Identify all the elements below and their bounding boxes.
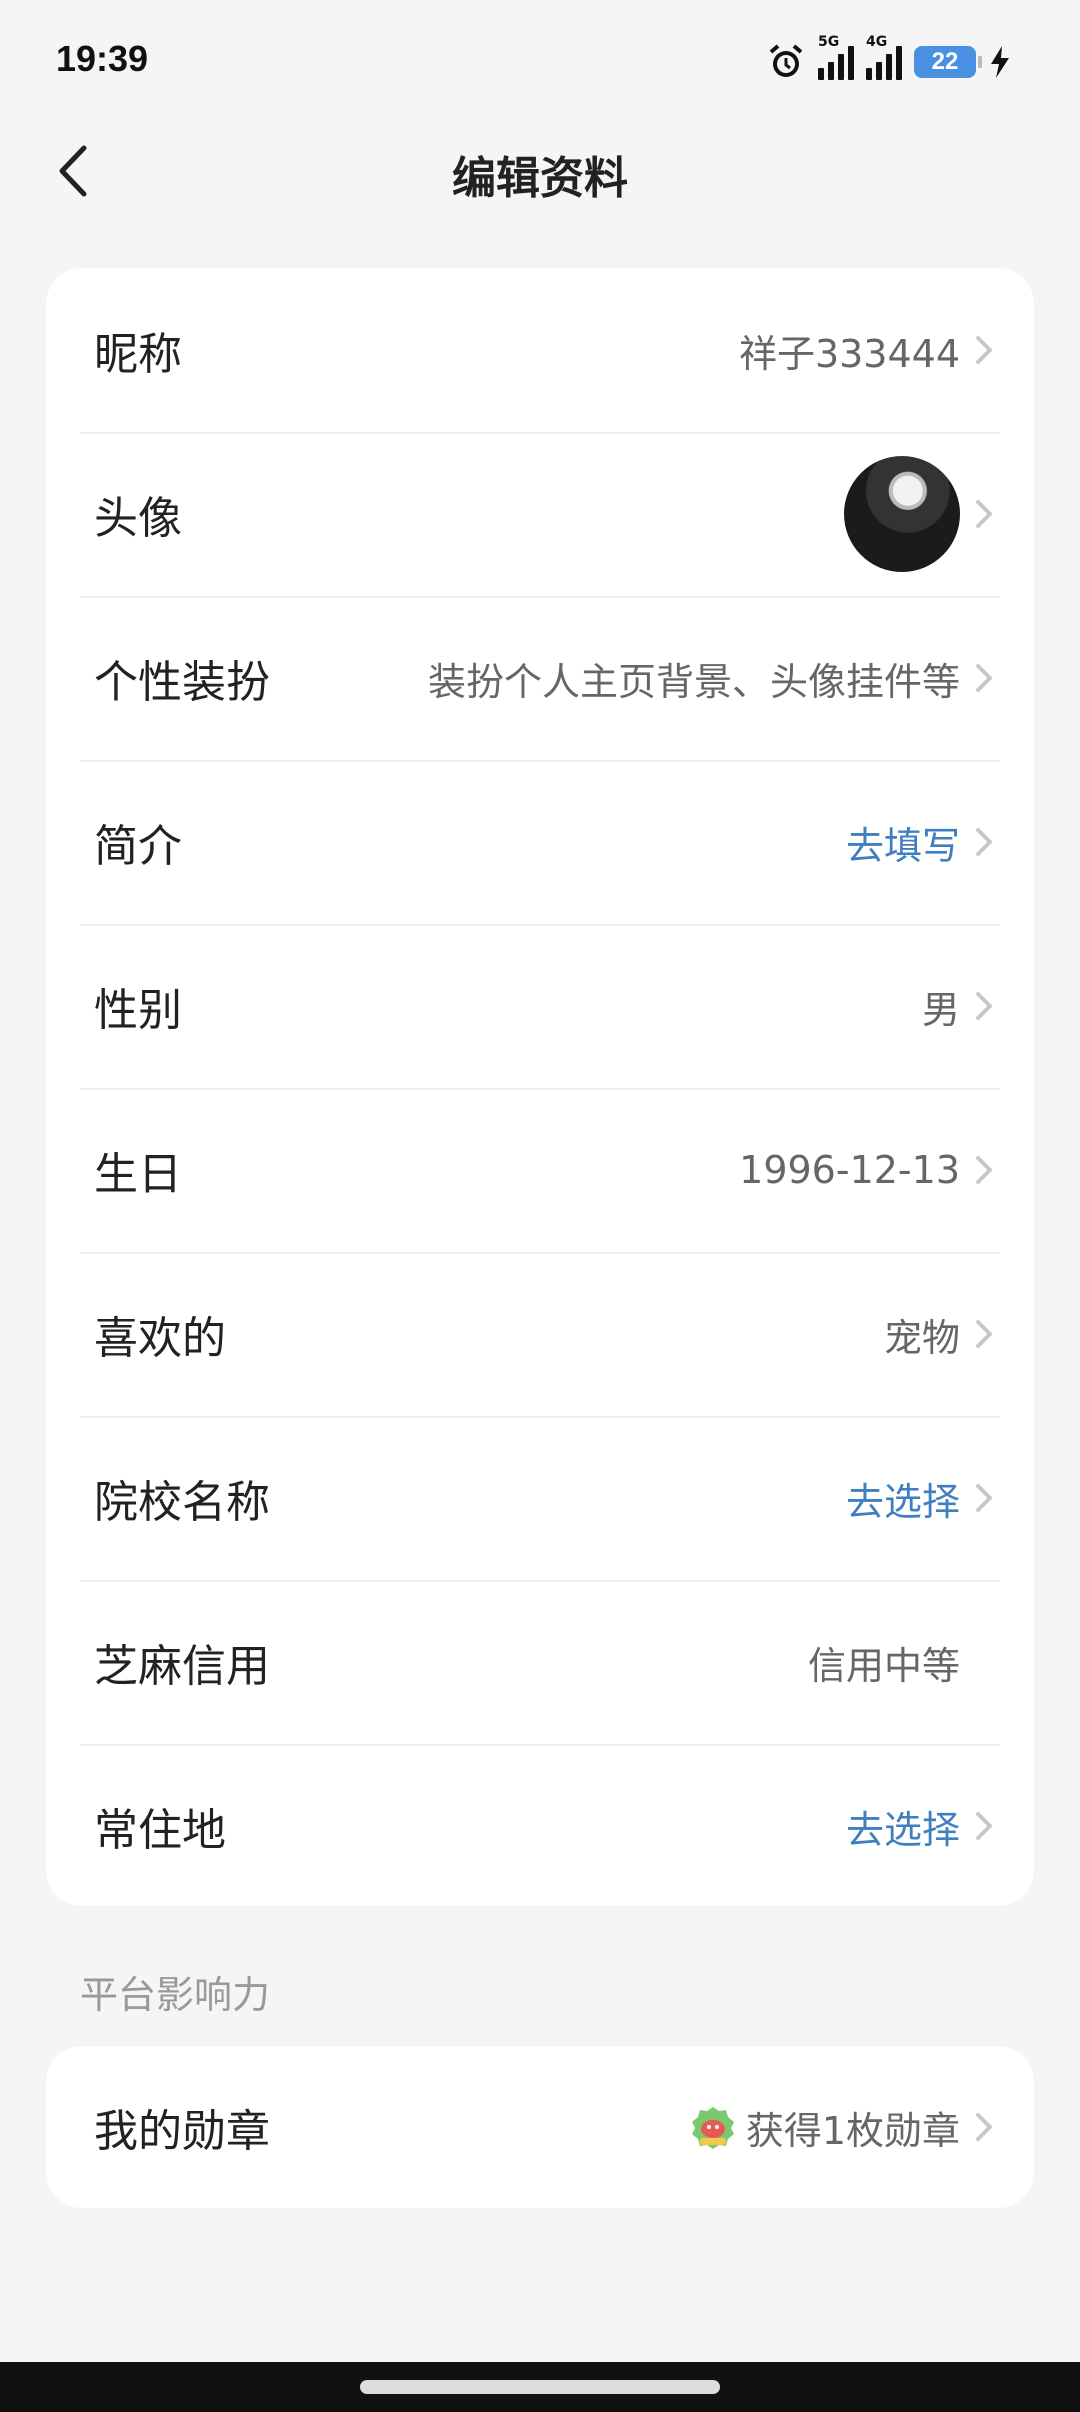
network-4g-label: 4G bbox=[866, 34, 888, 50]
likes-label: 喜欢的 bbox=[94, 1313, 226, 1364]
credit-label: 芝麻信用 bbox=[94, 1641, 270, 1692]
bio-label: 简介 bbox=[94, 821, 182, 872]
residence-row[interactable]: 常住地 去选择 bbox=[46, 1744, 1034, 1908]
badges-label: 我的勋章 bbox=[94, 2106, 270, 2157]
dressup-row[interactable]: 个性装扮 装扮个人主页背景、头像挂件等 bbox=[46, 596, 1034, 760]
school-row[interactable]: 院校名称 去选择 bbox=[46, 1416, 1034, 1580]
birthday-row[interactable]: 生日 1996-12-13 bbox=[46, 1088, 1034, 1252]
chevron-right-icon bbox=[976, 336, 992, 364]
network-5g-label: 5G bbox=[818, 34, 840, 50]
avatar bbox=[844, 456, 960, 572]
status-time: 19:39 bbox=[56, 38, 149, 79]
system-nav-bar bbox=[0, 2362, 1080, 2412]
badge-icon bbox=[691, 2107, 734, 2149]
charging-icon bbox=[991, 46, 1009, 78]
bio-row[interactable]: 简介 去填写 bbox=[46, 760, 1034, 924]
dressup-label: 个性装扮 bbox=[94, 657, 270, 708]
school-label: 院校名称 bbox=[94, 1477, 270, 1528]
signal-4g-icon: 4G bbox=[866, 34, 902, 80]
signal-5g-icon: 5G bbox=[818, 34, 854, 80]
bio-value: 去填写 bbox=[845, 823, 960, 868]
influence-section-title: 平台影响力 bbox=[80, 1973, 271, 2017]
birthday-value: 1996-12-13 bbox=[739, 1148, 960, 1192]
credit-row: 芝麻信用 信用中等 bbox=[46, 1580, 1034, 1744]
nickname-value: 祥子333444 bbox=[738, 331, 960, 376]
chevron-right-icon bbox=[976, 1812, 992, 1840]
dressup-value: 装扮个人主页背景、头像挂件等 bbox=[427, 659, 960, 704]
chevron-right-icon bbox=[976, 1320, 992, 1348]
credit-value: 信用中等 bbox=[807, 1643, 960, 1688]
chevron-right-icon bbox=[976, 828, 992, 856]
gender-row[interactable]: 性别 男 bbox=[46, 924, 1034, 1088]
residence-label: 常住地 bbox=[94, 1805, 226, 1856]
home-indicator[interactable] bbox=[360, 2380, 720, 2394]
avatar-row[interactable]: 头像 bbox=[46, 432, 1034, 596]
likes-row[interactable]: 喜欢的 宠物 bbox=[46, 1252, 1034, 1416]
chevron-right-icon bbox=[976, 2113, 992, 2141]
avatar-label: 头像 bbox=[94, 493, 182, 544]
likes-value: 宠物 bbox=[883, 1315, 960, 1360]
chevron-right-icon bbox=[976, 1156, 992, 1184]
birthday-label: 生日 bbox=[94, 1149, 182, 1200]
alarm-icon bbox=[769, 44, 803, 77]
chevron-right-icon bbox=[976, 992, 992, 1020]
gender-label: 性别 bbox=[94, 985, 182, 1036]
chevron-right-icon bbox=[976, 664, 992, 692]
gender-value: 男 bbox=[921, 987, 960, 1032]
chevron-right-icon bbox=[976, 500, 992, 528]
page-title: 编辑资料 bbox=[452, 153, 628, 204]
school-value: 去选择 bbox=[845, 1479, 960, 1524]
nickname-label: 昵称 bbox=[94, 329, 182, 380]
chevron-right-icon bbox=[976, 1484, 992, 1512]
badges-row[interactable]: 我的勋章 获得1枚勋章 bbox=[46, 2046, 1034, 2208]
badge-card: 我的勋章 获得1枚勋章 bbox=[46, 2046, 1034, 2208]
profile-card: 昵称 祥子333444 头像 个性装扮 装扮个人主页背景、头像挂件等 简介 去填… bbox=[46, 268, 1034, 1906]
header: 编辑资料 bbox=[0, 120, 1080, 220]
residence-value: 去选择 bbox=[845, 1807, 960, 1852]
status-icons: 5G 4G 22 bbox=[766, 34, 1012, 86]
badges-value: 获得1枚勋章 bbox=[745, 2108, 960, 2153]
status-bar: 19:39 5G 4G 22 bbox=[0, 0, 1080, 120]
battery-icon: 22 bbox=[914, 46, 982, 78]
nickname-row[interactable]: 昵称 祥子333444 bbox=[46, 268, 1034, 432]
